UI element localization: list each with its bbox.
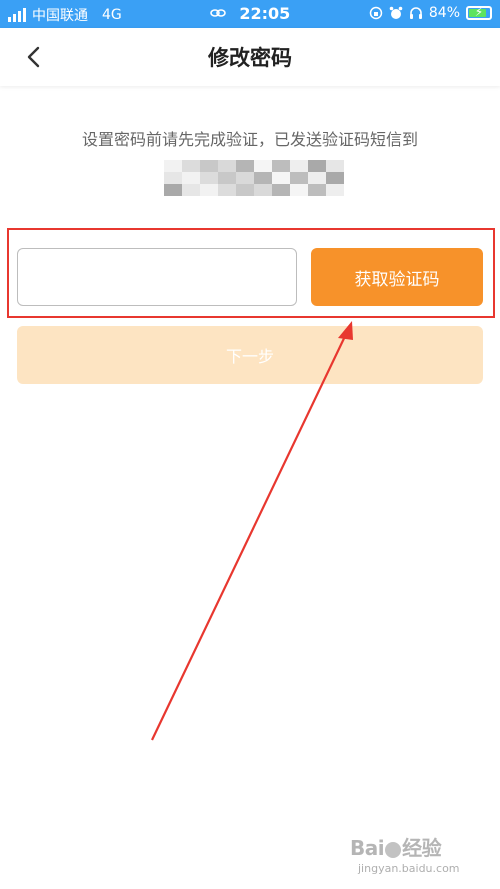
carrier-name: 中国联通 — [32, 8, 88, 24]
mask-block — [308, 160, 326, 172]
mask-block — [200, 172, 218, 184]
mask-block — [290, 172, 308, 184]
page-title: 修改密码 — [208, 46, 292, 70]
verification-code-input[interactable] — [17, 248, 297, 306]
paw-icon — [385, 841, 402, 858]
battery-icon: ⚡ — [466, 5, 492, 20]
mask-block — [272, 160, 290, 172]
status-bar: 中国联通 4G 22:05 84% ⚡ — [0, 0, 500, 28]
mask-block — [200, 184, 218, 196]
mask-block — [200, 160, 218, 172]
mask-block — [308, 184, 326, 196]
mask-block — [254, 160, 272, 172]
mask-block — [236, 160, 254, 172]
mask-block — [272, 172, 290, 184]
baidu-watermark: Bai 经验 jingyan.baidu.com — [350, 832, 495, 884]
network-type: 4G — [102, 7, 122, 23]
charging-bolt-icon: ⚡ — [474, 5, 484, 19]
headphones-icon — [409, 6, 423, 20]
mask-block — [182, 184, 200, 196]
masked-phone-number — [164, 160, 344, 196]
mask-block — [182, 160, 200, 172]
mask-block — [164, 172, 182, 184]
lock-rotation-icon — [369, 6, 383, 20]
nav-bar: 修改密码 — [0, 28, 500, 86]
mask-block — [290, 184, 308, 196]
next-step-button[interactable]: 下一步 — [17, 326, 483, 384]
watermark-logo: Bai 经验 — [350, 836, 442, 860]
mask-block — [326, 160, 344, 172]
mask-block — [326, 172, 344, 184]
alarm-icon — [389, 6, 403, 20]
battery-percent: 84% — [428, 5, 460, 21]
mask-block — [218, 172, 236, 184]
mask-block — [236, 172, 254, 184]
mask-block — [290, 160, 308, 172]
mask-block — [218, 160, 236, 172]
mask-block — [308, 172, 326, 184]
status-left: 中国联通 4G — [8, 5, 122, 25]
mask-block — [164, 184, 182, 196]
mask-block — [164, 160, 182, 172]
verification-instruction: 设置密码前请先完成验证，已发送验证码短信到 — [81, 130, 418, 149]
hotspot-icon — [209, 7, 226, 23]
clock: 22:05 — [239, 4, 291, 23]
signal-icon — [8, 8, 26, 22]
mask-block — [326, 184, 344, 196]
mask-block — [236, 184, 254, 196]
mask-block — [218, 184, 236, 196]
get-code-button[interactable]: 获取验证码 — [311, 248, 483, 306]
mask-block — [182, 172, 200, 184]
mask-block — [272, 184, 290, 196]
status-right: 84% ⚡ — [369, 5, 492, 21]
mask-block — [254, 172, 272, 184]
watermark-url: jingyan.baidu.com — [358, 862, 460, 875]
mask-block — [254, 184, 272, 196]
